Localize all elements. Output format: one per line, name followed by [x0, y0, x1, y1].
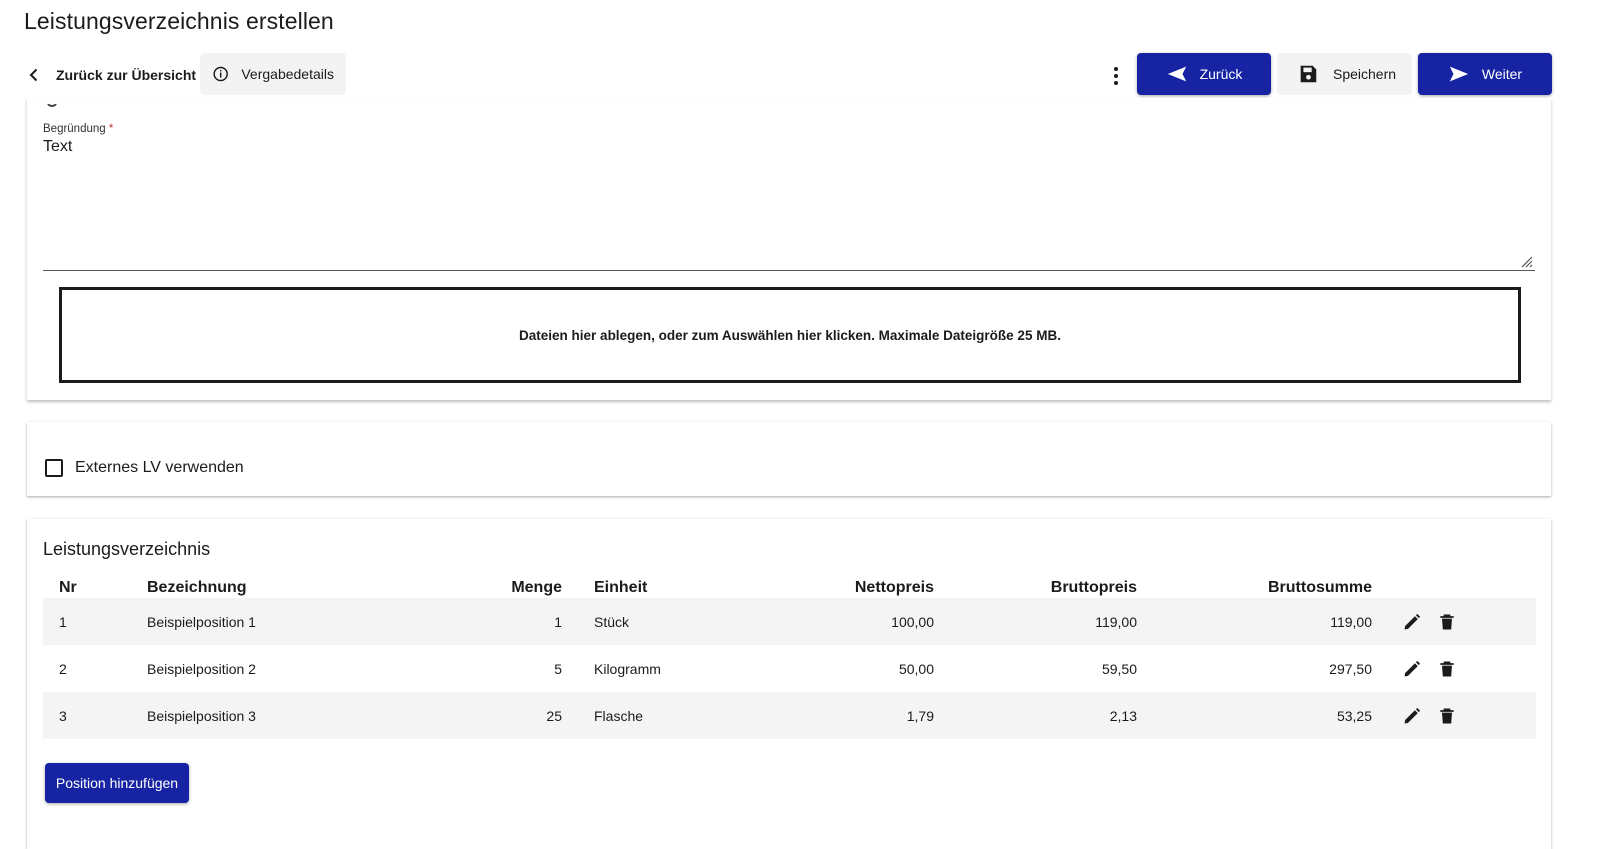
- back-to-overview-link[interactable]: Zurück zur Übersicht: [26, 56, 196, 94]
- cell-nettopreis: 1,79: [906, 707, 934, 724]
- justification-label: Begründung *: [43, 123, 114, 135]
- chevron-left-icon: [29, 68, 38, 82]
- cell-actions: [1372, 645, 1536, 692]
- cell-bruttopreis: 59,50: [1101, 660, 1137, 677]
- delete-icon[interactable]: [1437, 612, 1457, 632]
- award-details-label: Vergabedetails: [241, 66, 334, 82]
- cell-actions: [1372, 692, 1536, 739]
- checkbox-box[interactable]: [45, 459, 63, 477]
- table-row: 3 Beispielposition 3 25 Flasche 1,79 2,1…: [43, 692, 1536, 739]
- justification-card: Begründung * Text Dateien hier ablegen, …: [27, 98, 1551, 400]
- send-back-icon: [1167, 66, 1186, 82]
- save-icon: [1300, 65, 1317, 83]
- radio-partial-icon: [47, 104, 57, 107]
- more-vertical-icon: [1114, 67, 1118, 85]
- send-icon: [1449, 66, 1469, 82]
- column-header-bruttopreis: Bruttopreis: [1050, 578, 1137, 596]
- cell-actions: [1372, 598, 1536, 645]
- cell-menge: 25: [546, 707, 562, 724]
- back-to-overview-label: Zurück zur Übersicht: [56, 67, 197, 83]
- cell-einheit: Flasche: [594, 707, 644, 724]
- column-header-actions: [1372, 577, 1536, 598]
- cell-nr: 3: [59, 707, 67, 724]
- external-lv-checkbox[interactable]: Externes LV verwenden: [45, 459, 244, 477]
- back-button[interactable]: Zurück: [1137, 53, 1271, 95]
- cell-menge: 5: [554, 660, 562, 677]
- next-button[interactable]: Weiter: [1418, 53, 1552, 95]
- cell-bruttosumme: 119,00: [1330, 613, 1372, 630]
- save-button[interactable]: Speichern: [1277, 53, 1412, 95]
- cell-nr: 2: [59, 660, 67, 677]
- cell-bruttosumme: 53,25: [1336, 707, 1372, 724]
- cell-nettopreis: 50,00: [898, 660, 934, 677]
- service-list-title: Leistungsverzeichnis: [43, 539, 211, 559]
- cell-menge: 1: [554, 613, 562, 630]
- delete-icon[interactable]: [1437, 706, 1457, 726]
- file-dropzone[interactable]: Dateien hier ablegen, oder zum Auswählen…: [59, 287, 1521, 383]
- textarea-underline: [43, 270, 1535, 271]
- column-header-einheit: Einheit: [594, 578, 648, 596]
- table-row: 2 Beispielposition 2 5 Kilogramm 50,00 5…: [43, 645, 1536, 692]
- justification-textarea[interactable]: Text: [43, 138, 72, 156]
- more-options-button[interactable]: [1106, 62, 1126, 90]
- cell-bezeichnung: Beispielposition 3: [147, 707, 256, 724]
- cell-einheit: Stück: [594, 613, 630, 630]
- external-lv-card: Externes LV verwenden: [27, 422, 1551, 496]
- cell-bruttopreis: 119,00: [1095, 613, 1137, 630]
- back-button-label: Zurück: [1199, 66, 1243, 82]
- edit-icon[interactable]: [1402, 612, 1422, 632]
- cell-bruttopreis: 2,13: [1109, 707, 1137, 724]
- info-icon: [213, 66, 228, 82]
- cell-bezeichnung: Beispielposition 2: [147, 660, 256, 677]
- edit-icon[interactable]: [1402, 706, 1422, 726]
- service-list-card: Leistungsverzeichnis Nr Bezeichnung Meng…: [27, 519, 1551, 849]
- edit-icon[interactable]: [1402, 659, 1422, 679]
- column-header-menge: Menge: [511, 578, 562, 596]
- save-button-label: Speichern: [1333, 66, 1397, 82]
- next-button-label: Weiter: [1481, 66, 1523, 82]
- award-details-button[interactable]: Vergabedetails: [200, 53, 346, 95]
- cell-bruttosumme: 297,50: [1329, 660, 1372, 677]
- cell-nettopreis: 100,00: [891, 613, 934, 630]
- service-list-table: Nr Bezeichnung Menge Einheit Nettopreis …: [43, 577, 1536, 739]
- cell-einheit: Kilogramm: [594, 660, 661, 677]
- cell-nr: 1: [59, 613, 67, 630]
- column-header-bezeichnung: Bezeichnung: [147, 578, 247, 596]
- column-header-nr: Nr: [59, 578, 77, 596]
- cell-bezeichnung: Beispielposition 1: [147, 613, 256, 630]
- external-lv-label: Externes LV verwenden: [75, 459, 244, 476]
- table-row: 1 Beispielposition 1 1 Stück 100,00 119,…: [43, 598, 1536, 645]
- resize-handle-icon[interactable]: [1521, 256, 1533, 268]
- column-header-bruttosumme: Bruttosumme: [1267, 578, 1372, 596]
- add-position-button[interactable]: Position hinzufügen: [45, 763, 189, 803]
- delete-icon[interactable]: [1437, 659, 1457, 679]
- page-title: Leistungsverzeichnis erstellen: [24, 8, 334, 34]
- column-header-nettopreis: Nettopreis: [854, 578, 934, 596]
